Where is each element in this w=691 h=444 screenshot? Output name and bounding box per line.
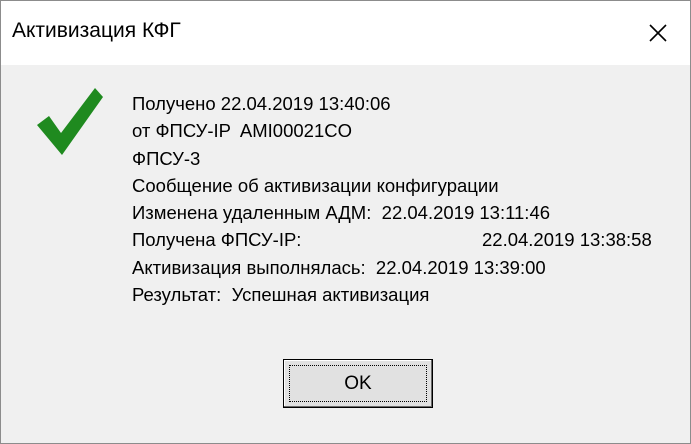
close-icon: [649, 24, 667, 42]
message-text-block: Получено 22.04.2019 13:40:06 от ФПСУ-IP …: [132, 90, 652, 308]
result-row: Результат: Успешная активизация: [132, 281, 652, 308]
changed-row: Изменена удаленным АДМ: 22.04.2019 13:11…: [132, 199, 652, 226]
activation-dialog: Активизация КФГ Получено 22.04.2019 13:4…: [0, 0, 691, 444]
received-fpsu-label: Получена ФПСУ-IP:: [132, 229, 302, 251]
result-value: Успешная активизация: [231, 284, 430, 306]
received-fpsu-value: 22.04.2019 13:38:58: [482, 229, 652, 251]
ok-button[interactable]: OK: [283, 359, 433, 408]
changed-label: Изменена удаленным АДМ:: [132, 202, 372, 224]
received-fpsu-row: Получена ФПСУ-IP: 22.04.2019 13:38:58: [132, 226, 652, 253]
changed-value: 22.04.2019 13:11:46: [381, 202, 551, 224]
window-title: Активизация КФГ: [12, 19, 181, 42]
subject-line: Сообщение об активизации конфигурации: [132, 174, 499, 196]
ok-button-label: OK: [344, 372, 372, 394]
sender-line: от ФПСУ-IP AMI00021CO: [132, 120, 353, 142]
title-bar: Активизация КФГ: [1, 1, 690, 65]
result-label: Результат:: [132, 284, 222, 306]
received-timestamp-line: Получено 22.04.2019 13:40:06: [132, 93, 391, 114]
dialog-body: Получено 22.04.2019 13:40:06 от ФПСУ-IP …: [1, 65, 690, 443]
performed-value: 22.04.2019 13:39:00: [375, 256, 546, 278]
close-button[interactable]: [626, 1, 690, 65]
checkmark-icon: [37, 88, 103, 155]
device-line: ФПСУ-3: [132, 147, 201, 169]
performed-label: Активизация выполнялась:: [132, 256, 366, 278]
performed-row: Активизация выполнялась: 22.04.2019 13:3…: [132, 254, 652, 281]
